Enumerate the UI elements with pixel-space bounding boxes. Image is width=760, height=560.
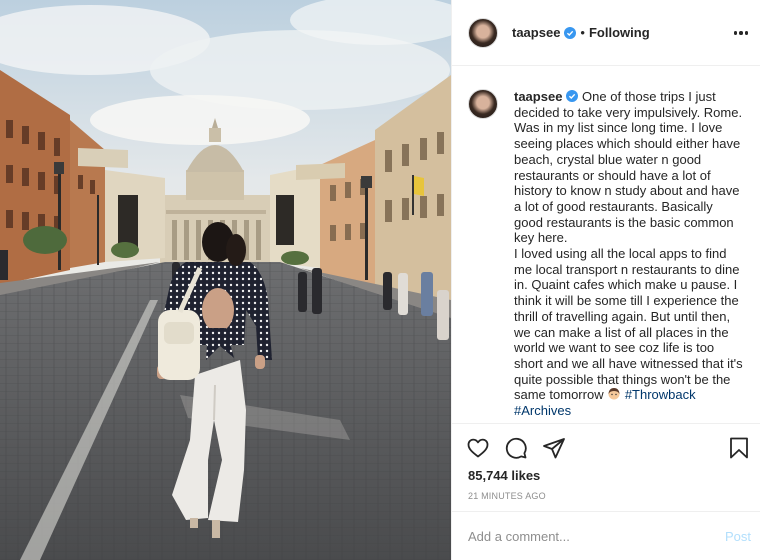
caption-username[interactable]: taapsee bbox=[514, 89, 562, 104]
comment-bar: Post bbox=[452, 511, 760, 560]
caption-area[interactable]: taapsee One of those trips I just decide… bbox=[452, 67, 760, 423]
comment-icon[interactable] bbox=[504, 436, 528, 460]
heart-icon[interactable] bbox=[466, 436, 490, 460]
follow-status-button[interactable]: Following bbox=[589, 25, 650, 40]
post-image[interactable] bbox=[0, 0, 451, 560]
hashtag-link[interactable]: #Throwback bbox=[621, 387, 696, 402]
post-header: taapsee • Following bbox=[452, 0, 760, 66]
actions-area: 85,744 likes 21 MINUTES AGO bbox=[452, 423, 760, 523]
header-username[interactable]: taapsee bbox=[512, 25, 560, 40]
avatar[interactable] bbox=[468, 17, 498, 48]
verified-badge-icon bbox=[564, 26, 577, 39]
post-comment-button[interactable]: Post bbox=[725, 529, 751, 544]
bookmark-icon[interactable] bbox=[727, 436, 751, 460]
post-side-panel: taapsee • Following taapsee One of those… bbox=[451, 0, 760, 560]
caption: taapsee One of those trips I just decide… bbox=[514, 89, 744, 419]
separator-dot: • bbox=[580, 25, 585, 40]
verified-badge-icon bbox=[566, 90, 579, 102]
caption-body: One of those trips I just decided to tak… bbox=[514, 89, 743, 403]
caption-avatar[interactable] bbox=[468, 89, 498, 119]
more-options-icon[interactable] bbox=[731, 24, 751, 42]
likes-count[interactable]: 85,744 likes bbox=[468, 468, 540, 483]
paper-plane-icon[interactable] bbox=[542, 436, 566, 460]
woman-emoji-icon bbox=[608, 388, 620, 400]
caption-row: taapsee One of those trips I just decide… bbox=[468, 89, 745, 419]
post-timestamp[interactable]: 21 MINUTES AGO bbox=[468, 491, 546, 501]
action-icons bbox=[466, 436, 566, 462]
comment-input[interactable] bbox=[468, 528, 725, 544]
